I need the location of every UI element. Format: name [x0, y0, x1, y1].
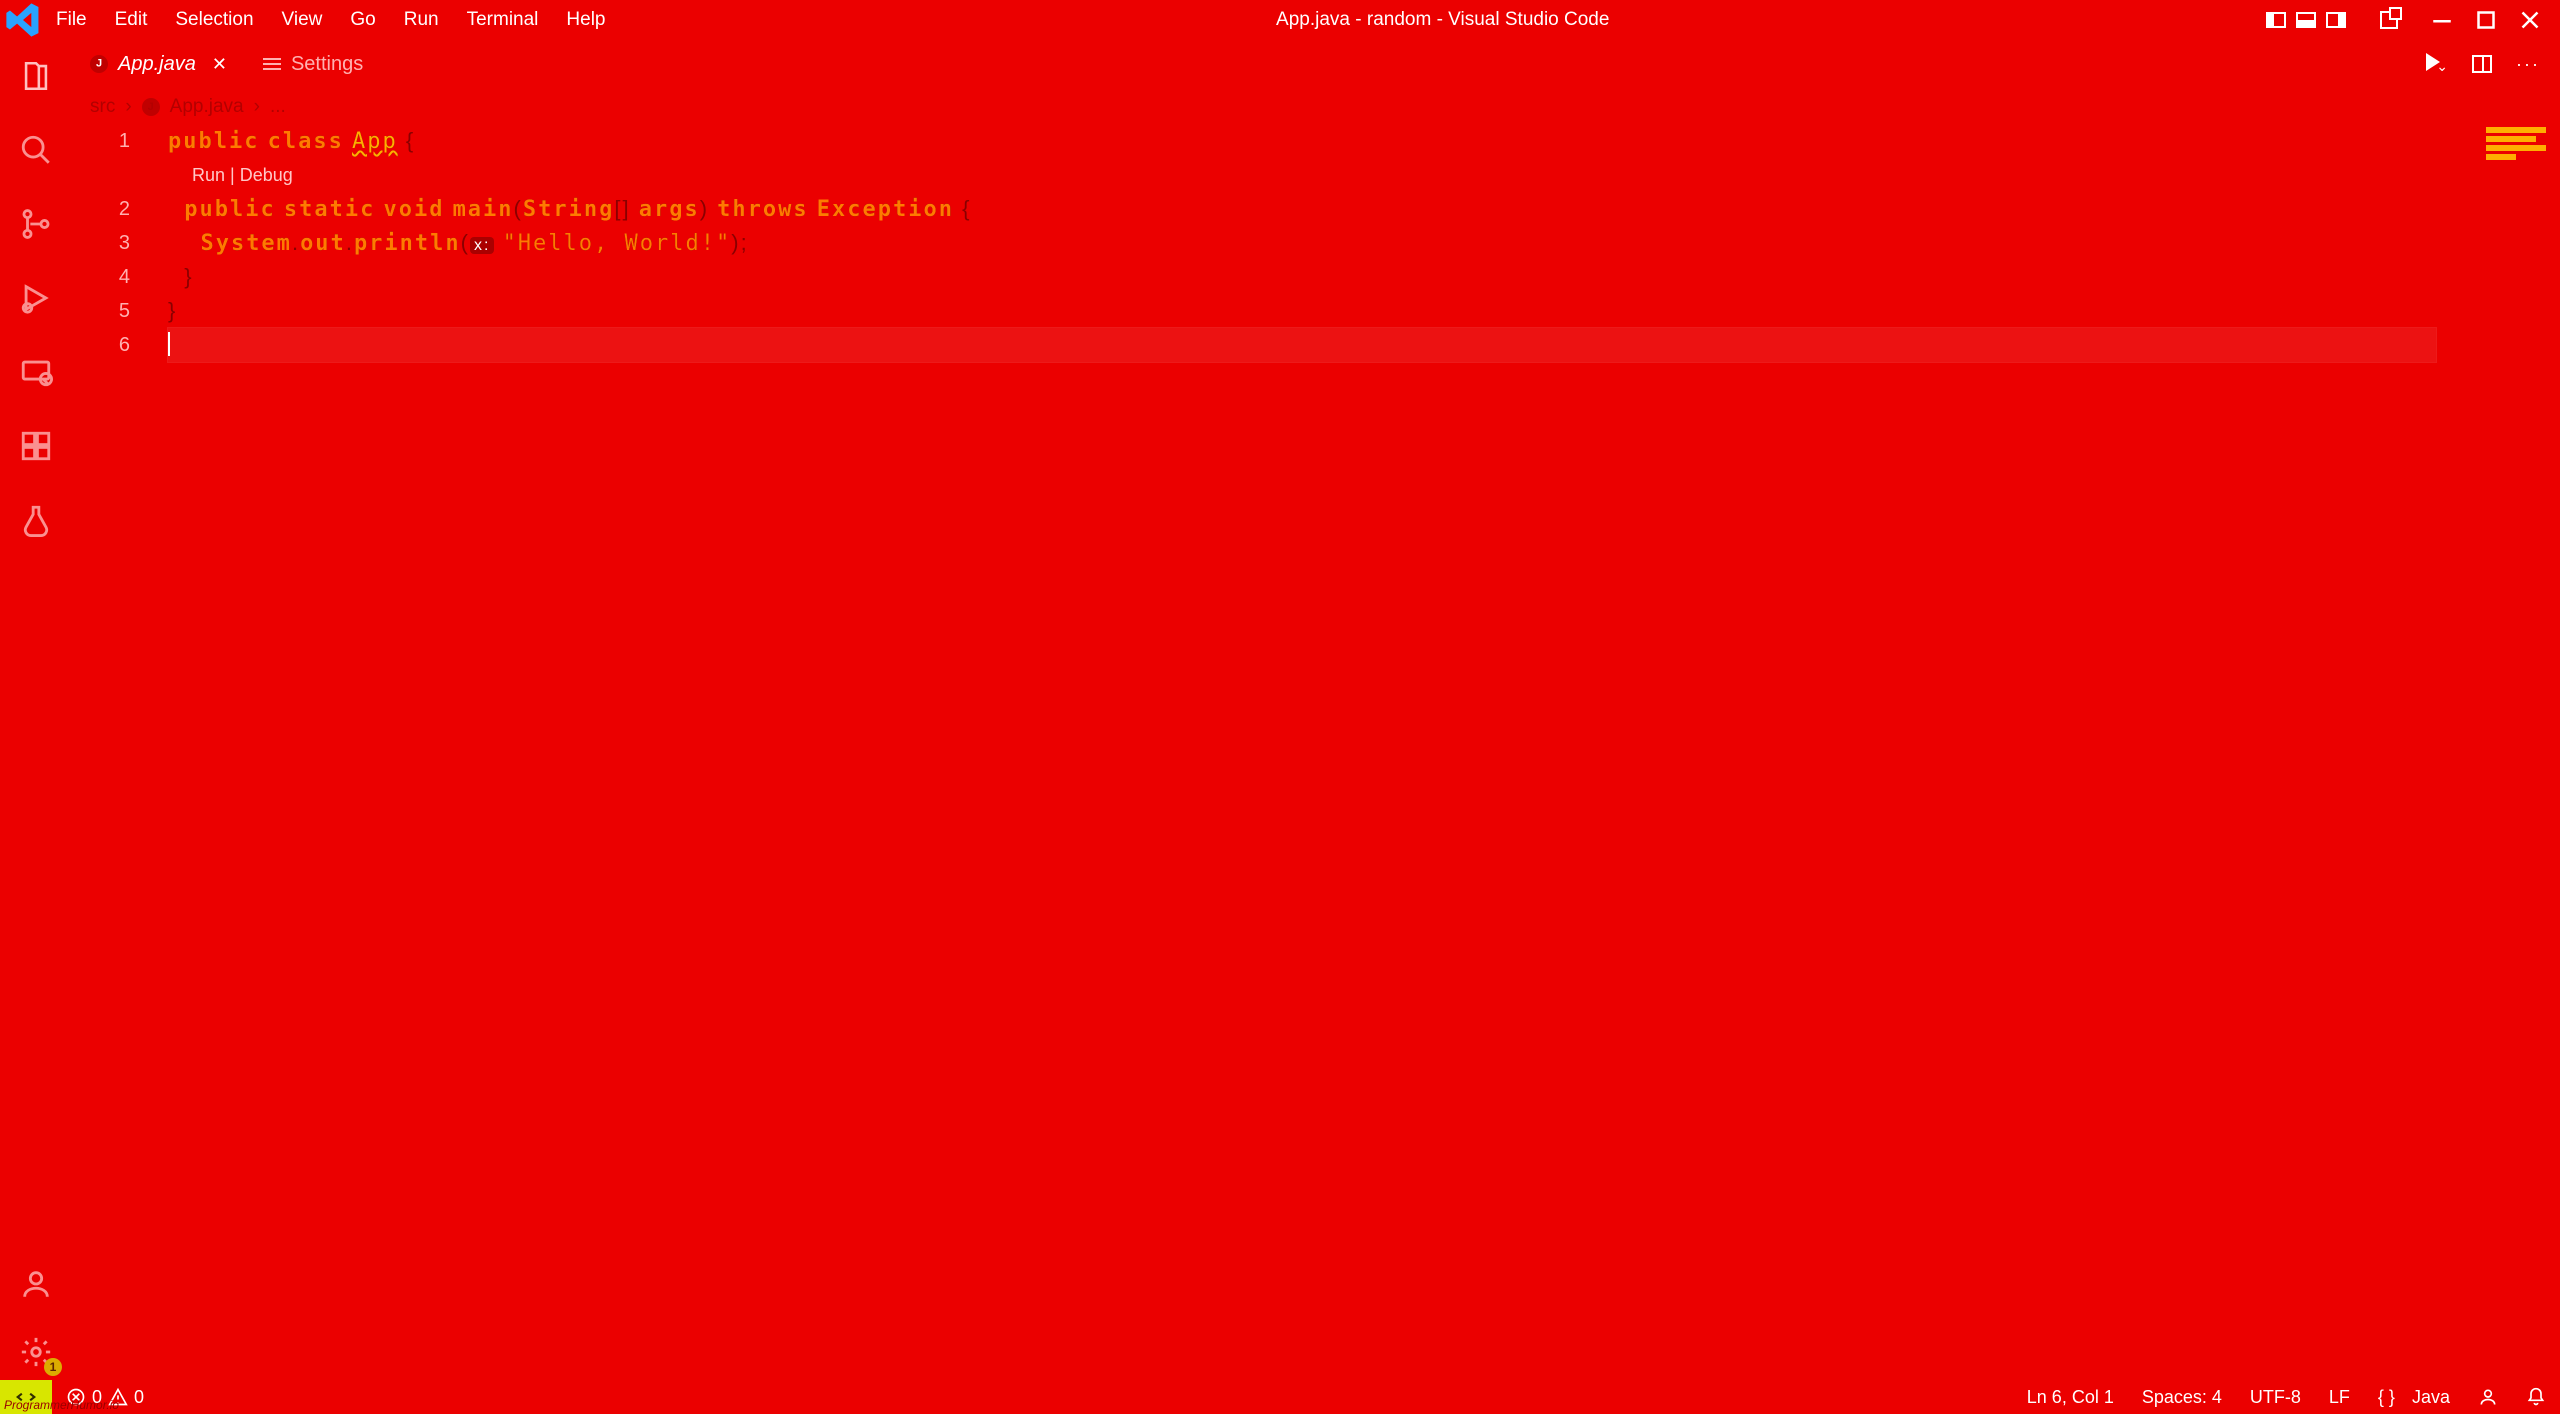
chevron-right-icon: › [254, 96, 260, 118]
chevron-right-icon: › [125, 96, 131, 118]
editor-actions: ⌄ ··· [2426, 40, 2560, 88]
activity-bar: 1 [0, 40, 72, 1380]
minimize-icon[interactable] [2432, 10, 2452, 30]
warning-count: 0 [134, 1387, 144, 1408]
settings-tab-icon [263, 55, 281, 73]
source-control-icon[interactable] [0, 206, 72, 242]
java-file-icon [90, 55, 108, 73]
menu-go[interactable]: Go [336, 3, 389, 37]
remote-explorer-icon[interactable] [0, 354, 72, 390]
run-file-icon[interactable]: ⌄ [2426, 53, 2448, 76]
layout-left-icon[interactable] [2266, 12, 2286, 28]
menu-help[interactable]: Help [552, 3, 619, 37]
line-number: 2 [90, 192, 130, 226]
layout-right-icon[interactable] [2326, 12, 2346, 28]
status-bar: 0 0 Ln 6, Col 1 Spaces: 4 UTF-8 LF { } J… [0, 1380, 2560, 1414]
line-number: 4 [90, 260, 130, 294]
code-line-current[interactable] [168, 328, 2436, 362]
tab-settings[interactable]: Settings [245, 40, 381, 88]
title-bar: File Edit Selection View Go Run Terminal… [0, 0, 2560, 40]
eol[interactable]: LF [2315, 1387, 2364, 1408]
window-title: App.java - random - Visual Studio Code [620, 9, 2267, 31]
breadcrumb-more[interactable]: ... [270, 96, 286, 118]
settings-badge: 1 [44, 1358, 62, 1376]
line-number: 5 [90, 294, 130, 328]
braces-icon: { } [2378, 1387, 2395, 1408]
code-lines[interactable]: public class App { Run | Debug public st… [168, 124, 2436, 362]
maximize-icon[interactable] [2476, 10, 2496, 30]
feedback-icon[interactable] [2464, 1387, 2512, 1407]
code-lens[interactable]: Run | Debug [168, 158, 2436, 192]
layout-buttons [2266, 11, 2398, 29]
tab-close-icon[interactable]: ✕ [212, 54, 227, 75]
breadcrumb-root[interactable]: src [90, 96, 115, 118]
window-controls [2432, 10, 2556, 30]
editor[interactable]: 1 2 3 4 5 6 public class App { Run | Deb… [90, 124, 2546, 1380]
manage-gear-icon[interactable]: 1 [0, 1334, 72, 1370]
minimap[interactable] [2446, 124, 2546, 163]
layout-bottom-icon[interactable] [2296, 12, 2316, 28]
breadcrumb[interactable]: src › J App.java › ... [90, 96, 286, 118]
java-file-icon: J [142, 98, 160, 116]
notifications-icon[interactable] [2512, 1387, 2560, 1407]
testing-icon[interactable] [0, 502, 72, 538]
line-number: 3 [90, 226, 130, 260]
menu-view[interactable]: View [268, 3, 337, 37]
menu-edit[interactable]: Edit [101, 3, 162, 37]
menu-file[interactable]: File [42, 3, 101, 37]
watermark: ProgrammerHumor.io [4, 1398, 119, 1412]
run-debug-icon[interactable] [0, 280, 72, 316]
close-icon[interactable] [2520, 10, 2540, 30]
indentation[interactable]: Spaces: 4 [2128, 1387, 2236, 1408]
code-line: public static void main(String[] args) t… [168, 192, 2436, 226]
cursor-position[interactable]: Ln 6, Col 1 [2013, 1387, 2128, 1408]
code-line: } [168, 260, 2436, 294]
language-mode[interactable]: { } Java [2364, 1387, 2464, 1408]
more-actions-icon[interactable]: ··· [2516, 54, 2540, 75]
code-line: System.out.println(x: "Hello, World!"); [168, 226, 2436, 260]
tab-label: Settings [291, 53, 363, 76]
menu-selection[interactable]: Selection [161, 3, 267, 37]
explorer-icon[interactable] [0, 58, 72, 94]
line-number: 1 [90, 124, 130, 158]
accounts-icon[interactable] [0, 1266, 72, 1302]
inlay-hint: x: [470, 237, 494, 254]
line-gutter: 1 2 3 4 5 6 [90, 124, 144, 362]
menu-bar: File Edit Selection View Go Run Terminal… [42, 3, 620, 37]
tab-app-java[interactable]: App.java ✕ [72, 40, 245, 88]
line-number: 6 [90, 328, 130, 362]
menu-terminal[interactable]: Terminal [453, 3, 553, 37]
code-line: public class App { [168, 124, 2436, 158]
tab-label: App.java [118, 53, 196, 76]
split-editor-icon[interactable] [2472, 55, 2492, 73]
tab-bar: App.java ✕ Settings ⌄ ··· [0, 40, 2560, 88]
encoding[interactable]: UTF-8 [2236, 1387, 2315, 1408]
code-line: } [168, 294, 2436, 328]
customize-layout-icon[interactable] [2380, 11, 2398, 29]
menu-run[interactable]: Run [390, 3, 453, 37]
search-icon[interactable] [0, 132, 72, 168]
breadcrumb-file[interactable]: App.java [170, 96, 244, 118]
vscode-logo-icon [4, 1, 42, 39]
extensions-icon[interactable] [0, 428, 72, 464]
